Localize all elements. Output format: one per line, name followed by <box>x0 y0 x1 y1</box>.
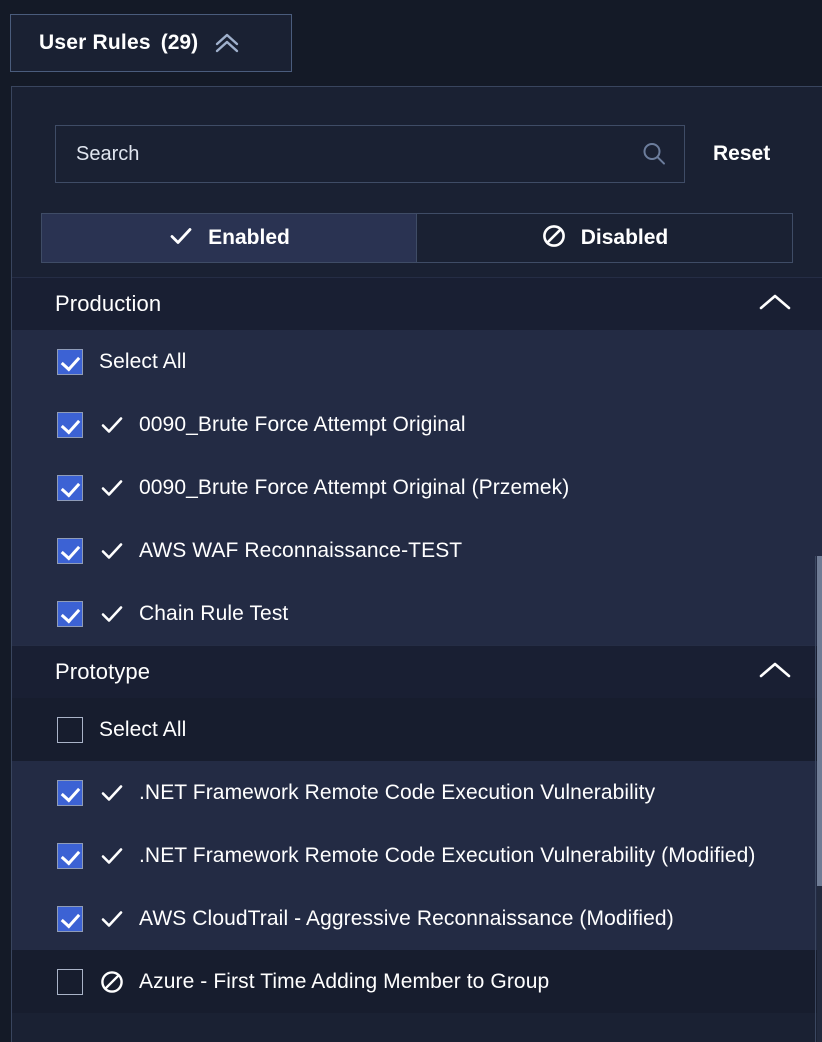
group-title: Prototype <box>55 659 150 685</box>
rules-count-badge: (29) <box>161 31 198 55</box>
check-icon <box>99 475 125 501</box>
check-icon <box>99 780 125 806</box>
rule-label: Azure - First Time Adding Member to Grou… <box>139 970 549 994</box>
check-icon <box>99 843 125 869</box>
check-icon <box>168 223 194 254</box>
user-rules-header-button[interactable]: User Rules (29) <box>10 14 292 72</box>
table-row[interactable]: 0090_Brute Force Attempt Original (Przem… <box>12 456 822 519</box>
chevron-double-up-icon[interactable] <box>212 30 242 56</box>
group-rows-prototype: Select All .NET Framework Remote Code Ex… <box>12 698 822 1013</box>
rule-checkbox[interactable] <box>57 969 83 995</box>
circle-slash-icon <box>99 969 125 995</box>
check-icon <box>99 412 125 438</box>
table-row[interactable]: Chain Rule Test <box>12 582 822 645</box>
panel-right-edge <box>815 556 816 1042</box>
check-icon <box>99 601 125 627</box>
reset-button[interactable]: Reset <box>713 142 770 166</box>
check-icon <box>99 538 125 564</box>
chevron-up-icon[interactable] <box>758 291 792 318</box>
rules-list: Production Select All 0090_ <box>12 277 822 1013</box>
group-header-production[interactable]: Production <box>12 277 822 330</box>
rule-checkbox[interactable] <box>57 412 83 438</box>
tab-enabled-label: Enabled <box>208 226 290 250</box>
group-header-prototype[interactable]: Prototype <box>12 645 822 698</box>
search-box[interactable] <box>55 125 685 183</box>
rule-label: 0090_Brute Force Attempt Original <box>139 413 466 437</box>
scrollbar-thumb[interactable] <box>817 556 822 886</box>
select-all-label: Select All <box>99 350 186 374</box>
select-all-label: Select All <box>99 718 186 742</box>
rule-checkbox[interactable] <box>57 601 83 627</box>
tab-enabled[interactable]: Enabled <box>41 213 417 263</box>
search-row: Reset <box>55 125 770 183</box>
rules-panel: Reset Enabled Disabled <box>11 86 822 1042</box>
table-row[interactable]: AWS CloudTrail - Aggressive Reconnaissan… <box>12 887 822 950</box>
table-row[interactable]: AWS WAF Reconnaissance-TEST <box>12 519 822 582</box>
search-input[interactable] <box>56 126 684 182</box>
rule-label: AWS CloudTrail - Aggressive Reconnaissan… <box>139 907 674 931</box>
select-all-checkbox[interactable] <box>57 717 83 743</box>
table-row[interactable]: Azure - First Time Adding Member to Grou… <box>12 950 822 1013</box>
group-rows-production: Select All 0090_Brute Force Attempt Orig… <box>12 330 822 645</box>
rule-checkbox[interactable] <box>57 538 83 564</box>
tab-disabled[interactable]: Disabled <box>417 213 793 263</box>
rule-checkbox[interactable] <box>57 843 83 869</box>
rule-checkbox[interactable] <box>57 475 83 501</box>
rule-label: .NET Framework Remote Code Execution Vul… <box>139 781 655 805</box>
table-row[interactable]: .NET Framework Remote Code Execution Vul… <box>12 824 822 887</box>
rule-label: Chain Rule Test <box>139 602 288 626</box>
table-row[interactable]: .NET Framework Remote Code Execution Vul… <box>12 761 822 824</box>
check-icon <box>99 906 125 932</box>
select-all-row-prototype[interactable]: Select All <box>12 698 822 761</box>
circle-slash-icon <box>541 223 567 254</box>
rule-label: 0090_Brute Force Attempt Original (Przem… <box>139 476 569 500</box>
chevron-up-icon[interactable] <box>758 659 792 686</box>
rule-checkbox[interactable] <box>57 780 83 806</box>
page-title: User Rules <box>39 31 151 55</box>
select-all-checkbox[interactable] <box>57 349 83 375</box>
table-row[interactable]: 0090_Brute Force Attempt Original <box>12 393 822 456</box>
tab-disabled-label: Disabled <box>581 226 669 250</box>
user-rules-panel: User Rules (29) Reset <box>0 0 822 1042</box>
rule-label: AWS WAF Reconnaissance-TEST <box>139 539 462 563</box>
group-title: Production <box>55 291 161 317</box>
status-filter-tabs: Enabled Disabled <box>41 213 793 263</box>
rule-label: .NET Framework Remote Code Execution Vul… <box>139 844 756 868</box>
rule-checkbox[interactable] <box>57 906 83 932</box>
select-all-row-production[interactable]: Select All <box>12 330 822 393</box>
